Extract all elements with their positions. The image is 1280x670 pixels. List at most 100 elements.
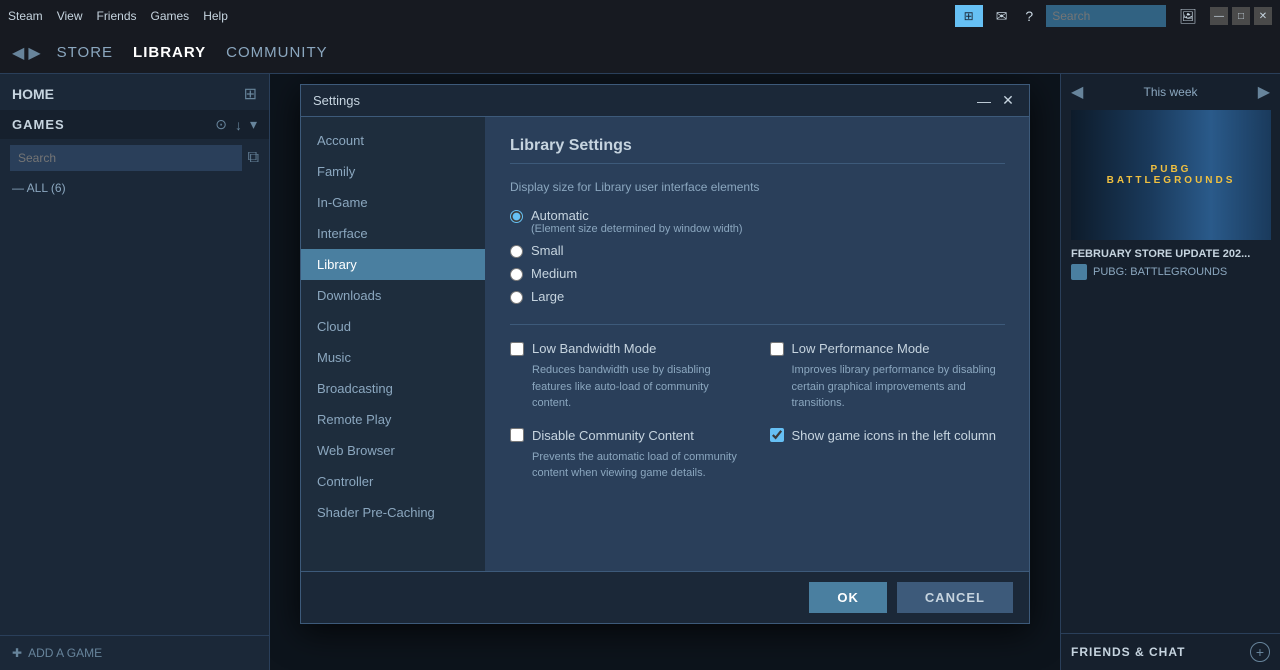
games-download-btn[interactable]: ↓ [235,117,242,133]
panel-prev-button[interactable]: ◀ [1071,82,1083,102]
settings-content: Library Settings Display size for Librar… [486,117,1029,571]
right-panel-info: FEBRUARY STORE UPDATE 202... PUBG: BATTL… [1061,240,1280,288]
section-title: Library Settings [510,137,1005,164]
settings-nav-library[interactable]: Library [301,249,485,280]
settings-nav-ingame[interactable]: In-Game [301,187,485,218]
sidebar-game-list [0,199,269,635]
steam-icon-btn[interactable]: ⊞ [955,5,983,27]
menu-help[interactable]: Help [203,9,228,23]
checkbox-low-bandwidth-desc: Reduces bandwidth use by disabling featu… [510,362,746,412]
radio-large-label: Large [531,289,564,304]
dialog-close-btn[interactable]: ✕ [999,92,1017,110]
titlebar-search-input[interactable] [1046,5,1166,27]
panel-next-button[interactable]: ▶ [1258,82,1270,102]
display-size-description: Display size for Library user interface … [510,180,1005,194]
add-game-button[interactable]: ✚ ADD A GAME [12,646,102,660]
nav-store[interactable]: STORE [57,44,113,61]
titlebar-left: Steam View Friends Games Help [8,9,228,23]
dialog-body: Account Family In-Game Interface Library… [301,117,1029,571]
settings-nav-controller[interactable]: Controller [301,466,485,497]
radio-small-label: Small [531,243,564,258]
radio-medium-input[interactable] [510,268,523,281]
games-controls: ⊙ ↓ ▾ [215,116,257,133]
maximize-button[interactable]: □ [1232,7,1250,25]
checkbox-show-game-icons: Show game icons in the left column [770,428,1006,482]
titlebar-right: ⊞ ✉ ? 🖼 — □ ✕ [955,5,1272,27]
right-panel-bottom: FRIENDS & CHAT + [1061,633,1280,670]
sidebar-header: HOME ⊞ [0,74,269,110]
sidebar-all-section[interactable]: — ALL (6) [0,177,269,199]
checkbox-low-performance-input[interactable] [770,342,784,356]
radio-automatic-sublabel: (Element size determined by window width… [531,223,743,235]
screenshot-icon[interactable]: 🖼 [1174,6,1202,27]
game-thumbnail: PUBGBATTLEGROUNDS [1071,110,1271,240]
settings-nav-downloads[interactable]: Downloads [301,280,485,311]
dialog-titlebar: Settings — ✕ [301,85,1029,117]
menu-games[interactable]: Games [151,9,190,23]
radio-automatic-label: Automatic [531,208,743,223]
checkbox-low-bandwidth-header: Low Bandwidth Mode [510,341,746,356]
checkbox-low-bandwidth-label: Low Bandwidth Mode [532,341,656,356]
radio-large-input[interactable] [510,291,523,304]
radio-small: Small [510,243,1005,258]
checkbox-low-bandwidth-input[interactable] [510,342,524,356]
search-input[interactable] [10,145,242,171]
settings-nav-shader[interactable]: Shader Pre-Caching [301,497,485,528]
checkbox-disable-community-label: Disable Community Content [532,428,694,443]
checkbox-disable-community-input[interactable] [510,428,524,442]
settings-nav-webbrowser[interactable]: Web Browser [301,435,485,466]
right-panel-header: ◀ This week ▶ [1061,74,1280,110]
minimize-button[interactable]: — [1210,7,1228,25]
content-area: Settings — ✕ Account Family In-Game Inte… [270,74,1060,670]
settings-nav-remoteplay[interactable]: Remote Play [301,404,485,435]
checkbox-show-game-icons-input[interactable] [770,428,784,442]
games-expand-btn[interactable]: ▾ [250,116,257,133]
nav-links: STORE LIBRARY COMMUNITY [57,44,328,61]
notification-icon[interactable]: ✉ [991,6,1013,27]
back-button[interactable]: ◀ [12,43,24,63]
settings-nav-broadcasting[interactable]: Broadcasting [301,373,485,404]
settings-nav-interface[interactable]: Interface [301,218,485,249]
close-button[interactable]: ✕ [1254,7,1272,25]
ok-button[interactable]: OK [809,582,887,613]
radio-small-input[interactable] [510,245,523,258]
dialog-footer: OK CANCEL [301,571,1029,623]
titlebar: Steam View Friends Games Help ⊞ ✉ ? 🖼 — … [0,0,1280,32]
settings-nav-cloud[interactable]: Cloud [301,311,485,342]
help-icon[interactable]: ? [1020,6,1038,26]
forward-button[interactable]: ▶ [28,43,40,63]
nav-arrows: ◀ ▶ [12,43,41,63]
nav-library[interactable]: LIBRARY [133,44,206,61]
cancel-button[interactable]: CANCEL [897,582,1013,613]
divider-1 [510,324,1005,325]
checkbox-low-performance: Low Performance Mode Improves library pe… [770,341,1006,412]
menu-view[interactable]: View [57,9,83,23]
checkbox-show-game-icons-header: Show game icons in the left column [770,428,1006,443]
radio-medium: Medium [510,266,1005,281]
settings-nav-family[interactable]: Family [301,156,485,187]
games-label: GAMES [12,117,65,132]
menu-steam[interactable]: Steam [8,9,43,23]
filter-icon[interactable]: ⧉ [248,149,259,167]
checkbox-disable-community: Disable Community Content Prevents the a… [510,428,746,482]
radio-automatic-input[interactable] [510,210,523,223]
right-panel: ◀ This week ▶ PUBGBATTLEGROUNDS FEBRUARY… [1060,74,1280,670]
game-update-title: FEBRUARY STORE UPDATE 202... [1071,248,1270,260]
settings-nav-music[interactable]: Music [301,342,485,373]
friends-chat-label: FRIENDS & CHAT [1071,645,1185,659]
checkbox-low-performance-label: Low Performance Mode [792,341,930,356]
settings-nav-account[interactable]: Account [301,125,485,156]
right-panel-spacer [1061,288,1280,633]
menu-friends[interactable]: Friends [96,9,136,23]
friends-chat-plus-button[interactable]: + [1250,642,1270,662]
this-week-label: This week [1143,85,1197,99]
checkbox-low-performance-desc: Improves library performance by disablin… [770,362,1006,412]
dialog-minimize-btn[interactable]: — [975,92,993,110]
nav-community[interactable]: COMMUNITY [226,44,328,61]
checkbox-disable-community-header: Disable Community Content [510,428,746,443]
games-history-btn[interactable]: ⊙ [215,116,227,133]
navbar: ◀ ▶ STORE LIBRARY COMMUNITY [0,32,1280,74]
add-game-label: ADD A GAME [28,646,102,660]
grid-view-icon[interactable]: ⊞ [244,84,257,104]
checkbox-grid: Low Bandwidth Mode Reduces bandwidth use… [510,341,1005,482]
